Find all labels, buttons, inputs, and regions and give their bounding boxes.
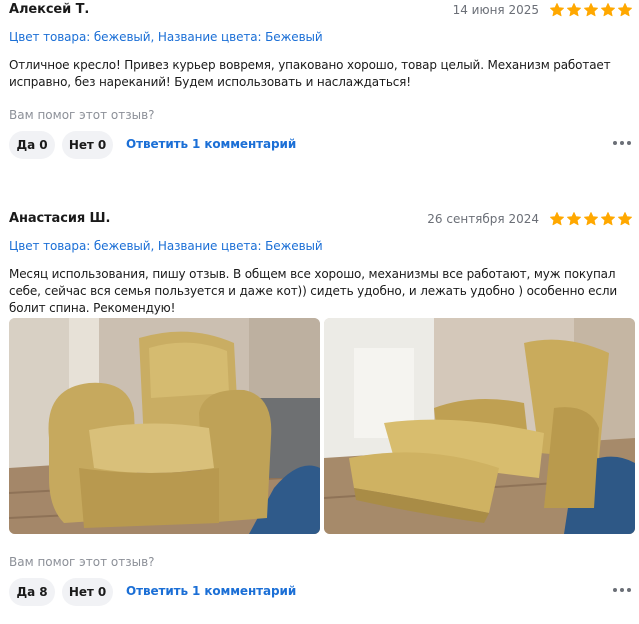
review-text: Отличное кресло! Привез курьер вовремя, … [9, 58, 611, 89]
more-options-icon[interactable] [613, 140, 631, 146]
review-text: Месяц использования, пишу отзыв. В общем… [9, 267, 617, 315]
review-header: Алексей Т. 14 июня 2025 [9, 2, 633, 22]
review-date: 26 сентября 2024 [427, 212, 539, 226]
helpful-question: Вам помог этот отзыв? [9, 108, 155, 122]
armchair-upright-photo [9, 318, 320, 534]
product-variant: Цвет товара: бежевый, Название цвета: Бе… [9, 30, 323, 44]
reply-link[interactable]: Ответить [126, 584, 188, 598]
review-actions: Да 0 Нет 0 Ответить 1 комментарий [9, 131, 633, 159]
review-date: 14 июня 2025 [452, 3, 539, 17]
review-author[interactable]: Анастасия Ш. [9, 211, 110, 226]
review-card: Алексей Т. 14 июня 2025 Цвет товара: беж… [0, 2, 639, 172]
review-card: Анастасия Ш. 26 сентября 2024 Цвет товар… [0, 211, 639, 624]
review-photo[interactable] [324, 318, 635, 534]
comments-link[interactable]: 1 комментарий [192, 584, 296, 598]
helpful-yes-button[interactable]: Да 8 [9, 578, 55, 606]
star-icon [566, 211, 582, 227]
star-icon [549, 2, 565, 18]
star-icon [566, 2, 582, 18]
star-icon [549, 211, 565, 227]
review-actions: Да 8 Нет 0 Ответить 1 комментарий [9, 578, 633, 606]
review-header: Анастасия Ш. 26 сентября 2024 [9, 211, 633, 231]
review-photo[interactable] [9, 318, 320, 534]
reply-link[interactable]: Ответить [126, 137, 188, 151]
star-icon [600, 211, 616, 227]
star-icon [617, 2, 633, 18]
star-icon [583, 211, 599, 227]
star-icon [617, 211, 633, 227]
helpful-question: Вам помог этот отзыв? [9, 555, 155, 569]
rating-stars [549, 2, 633, 18]
helpful-yes-button[interactable]: Да 0 [9, 131, 55, 159]
more-options-icon[interactable] [613, 587, 631, 593]
star-icon [600, 2, 616, 18]
rating-stars [549, 211, 633, 227]
star-icon [583, 2, 599, 18]
product-variant: Цвет товара: бежевый, Название цвета: Бе… [9, 239, 323, 253]
comments-link[interactable]: 1 комментарий [192, 137, 296, 151]
helpful-no-button[interactable]: Нет 0 [62, 578, 113, 606]
armchair-reclined-photo [324, 318, 635, 534]
review-author[interactable]: Алексей Т. [9, 2, 89, 17]
helpful-no-button[interactable]: Нет 0 [62, 131, 113, 159]
